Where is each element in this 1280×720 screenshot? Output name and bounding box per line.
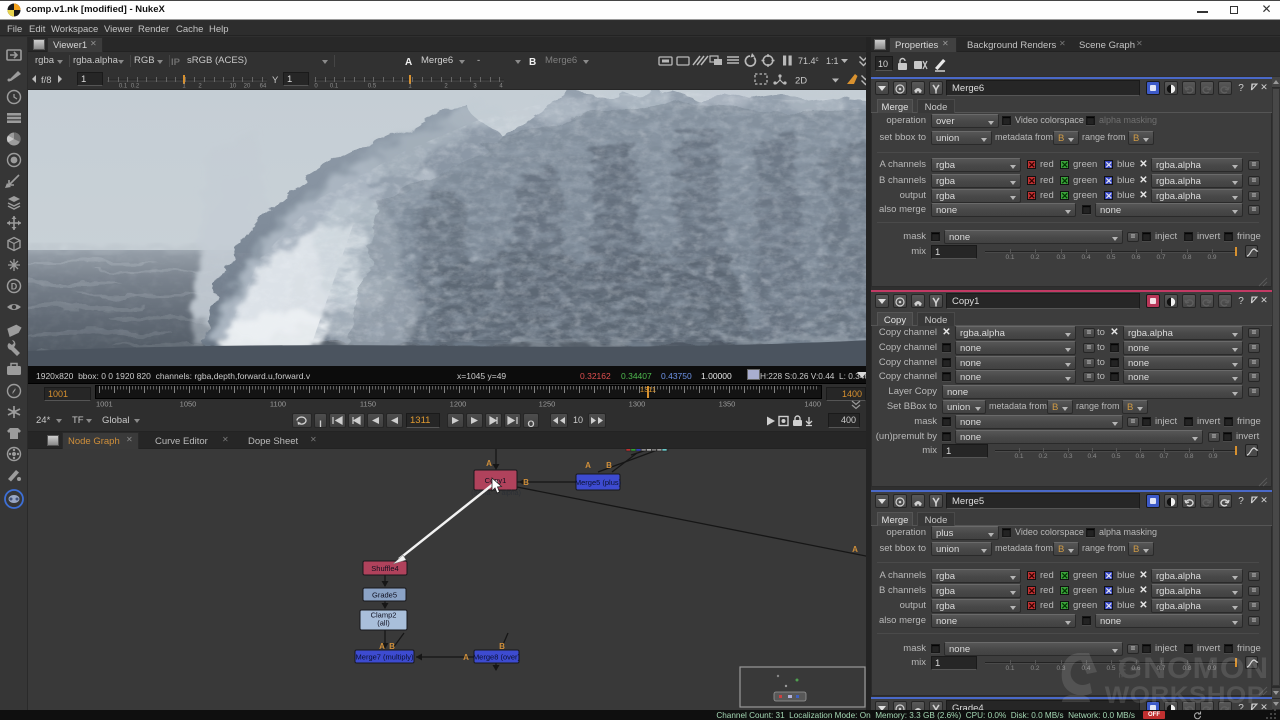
- svg-text:1001: 1001: [96, 400, 113, 409]
- svg-text:1100: 1100: [270, 400, 286, 409]
- svg-text:1150: 1150: [360, 400, 376, 409]
- svg-text:20: 20: [244, 84, 251, 89]
- svg-text:A: A: [852, 545, 858, 554]
- svg-text:(all): (all): [377, 619, 390, 628]
- svg-text:Merge7 (multiply): Merge7 (multiply): [356, 653, 414, 662]
- svg-text:2: 2: [444, 84, 448, 89]
- svg-text:2: 2: [198, 84, 202, 89]
- svg-text:1400: 1400: [804, 400, 821, 409]
- svg-text:B: B: [606, 461, 612, 470]
- svg-text:A: A: [463, 653, 469, 662]
- svg-text:64: 64: [260, 84, 267, 89]
- svg-text:Grade5: Grade5: [372, 591, 397, 600]
- svg-text:1:1: 1:1: [826, 56, 839, 66]
- svg-text:1311: 1311: [640, 385, 656, 394]
- svg-text:4: 4: [499, 84, 503, 89]
- svg-text:A: A: [585, 461, 591, 470]
- svg-text:0.5: 0.5: [368, 84, 377, 89]
- svg-text:Merge8 (over): Merge8 (over): [473, 653, 521, 662]
- svg-text:0.1: 0.1: [330, 84, 339, 89]
- svg-text:1050: 1050: [180, 400, 197, 409]
- svg-text:f/8: f/8: [41, 75, 52, 85]
- svg-text:3: 3: [473, 84, 477, 89]
- svg-text:1: 1: [182, 84, 186, 89]
- svg-text:0: 0: [314, 84, 318, 89]
- svg-text:D: D: [11, 282, 18, 292]
- svg-text:B: B: [523, 478, 529, 487]
- svg-text:2D: 2D: [795, 76, 807, 87]
- svg-text:A: A: [486, 459, 492, 468]
- svg-text:1250: 1250: [539, 400, 556, 409]
- svg-text:1350: 1350: [719, 400, 736, 409]
- svg-text:0.2: 0.2: [131, 84, 140, 89]
- svg-text:0.1: 0.1: [119, 84, 128, 89]
- svg-text:Shuffle4: Shuffle4: [371, 564, 398, 573]
- svg-text:71.4c: 71.4c: [798, 56, 819, 66]
- svg-text:1: 1: [408, 84, 412, 89]
- svg-text:1200: 1200: [450, 400, 467, 409]
- svg-text:Merge5 (plus): Merge5 (plus): [575, 478, 622, 487]
- svg-text:10: 10: [230, 84, 237, 89]
- svg-text:1300: 1300: [629, 400, 646, 409]
